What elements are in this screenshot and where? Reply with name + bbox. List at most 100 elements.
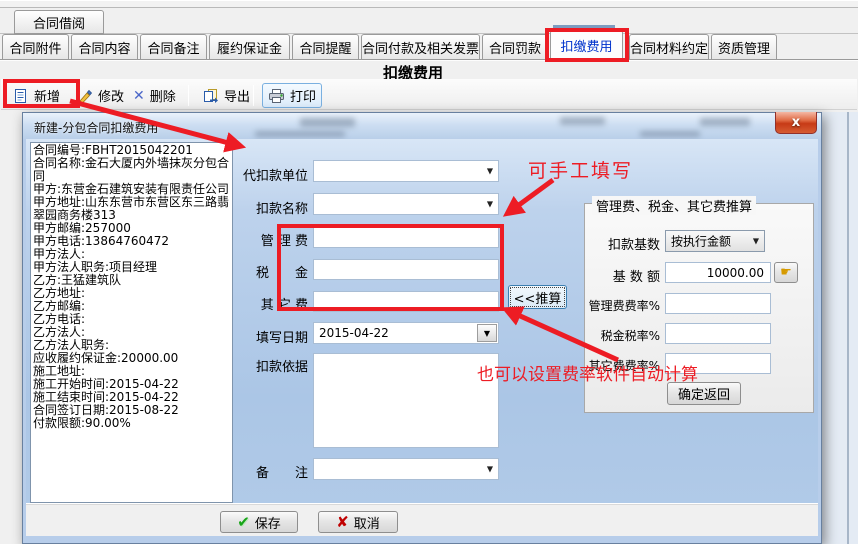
- calculate-button[interactable]: <<推算: [508, 285, 567, 309]
- calculate-button-label: <<推算: [514, 288, 562, 307]
- remark-label: 备 注: [238, 462, 308, 481]
- export-button-label: 导出: [224, 86, 250, 105]
- other-rate-input[interactable]: [665, 353, 771, 374]
- pick-amount-button[interactable]: ☛: [774, 262, 798, 283]
- base-type-label: 扣款基数: [586, 234, 660, 253]
- background-window-edge: [847, 112, 849, 544]
- contract-info-panel: 合同编号:FBHT2015042201 合同名称:金石大厦内外墙抹灰分包合同 甲…: [30, 142, 233, 503]
- glass-blur-artifact: [700, 118, 750, 126]
- edit-button-label: 修改: [98, 86, 124, 105]
- background-window-area: [822, 112, 858, 544]
- deduct-basis-textarea[interactable]: [313, 353, 499, 448]
- tab-material-agreement[interactable]: 合同材料约定: [629, 34, 709, 60]
- deduct-name-label: 扣款名称: [238, 198, 308, 217]
- delete-button[interactable]: ✕ 删除: [128, 83, 181, 108]
- base-type-combobox[interactable]: 按执行金额 ▼: [665, 230, 765, 252]
- management-rate-label: 管理费费率%: [586, 297, 660, 314]
- tab-contract-attachment[interactable]: 合同附件: [2, 34, 69, 60]
- other-rate-label: 其它费费率%: [586, 357, 660, 374]
- tab-qualification[interactable]: 资质管理: [711, 34, 777, 60]
- management-fee-input[interactable]: [313, 227, 499, 248]
- glass-blur-artifact: [640, 131, 700, 137]
- delete-x-icon: ✕: [133, 89, 145, 103]
- red-x-icon: ✘: [336, 513, 349, 531]
- glass-blur-artifact: [560, 117, 605, 125]
- cancel-button[interactable]: ✘ 取消: [318, 511, 398, 533]
- chevron-down-icon: ▼: [753, 237, 759, 246]
- edit-pencil-icon: [77, 88, 93, 104]
- chevron-down-icon[interactable]: ▼: [477, 324, 497, 342]
- remark-combobox[interactable]: ▼: [313, 458, 499, 480]
- tab-contract-borrow[interactable]: 合同借阅: [14, 10, 104, 34]
- tab-label: 合同付款及相关发票: [362, 38, 479, 57]
- print-button[interactable]: 打印: [262, 83, 322, 108]
- save-button-label: 保存: [255, 513, 281, 532]
- edit-button[interactable]: 修改: [72, 83, 129, 108]
- deduct-basis-label: 扣款依据: [238, 356, 308, 375]
- base-type-value: 按执行金额: [671, 233, 731, 250]
- deduct-unit-combobox[interactable]: ▼: [313, 160, 499, 182]
- confirm-return-label: 确定返回: [678, 384, 730, 403]
- delete-button-label: 删除: [150, 86, 176, 105]
- confirm-return-button[interactable]: 确定返回: [667, 382, 741, 405]
- green-check-icon: ✔: [237, 513, 250, 531]
- export-button[interactable]: 导出: [197, 83, 255, 108]
- toolbar-separator: [253, 85, 254, 106]
- tab-contract-note[interactable]: 合同备注: [140, 34, 207, 60]
- tab-label: 合同罚款: [489, 38, 541, 57]
- export-icon: [202, 88, 219, 104]
- cancel-button-label: 取消: [354, 513, 380, 532]
- tab-contract-penalty[interactable]: 合同罚款: [482, 34, 548, 60]
- close-button[interactable]: x: [775, 112, 817, 134]
- tab-label: 资质管理: [718, 38, 770, 57]
- other-fee-label: 其 它 费: [238, 294, 308, 313]
- new-button[interactable]: 新增: [8, 83, 65, 108]
- tab-label: 合同材料约定: [630, 38, 708, 57]
- tab-label: 合同附件: [9, 38, 61, 57]
- base-amount-input[interactable]: 10000.00: [665, 262, 771, 283]
- close-x-icon: x: [792, 115, 800, 130]
- tab-payment-invoice[interactable]: 合同付款及相关发票: [361, 34, 480, 60]
- tab-contract-content[interactable]: 合同内容: [71, 34, 138, 60]
- tab-label: 合同备注: [147, 38, 199, 57]
- dialog-bottom-bar: [26, 503, 818, 536]
- app-window: 合同借阅 合同附件 合同内容 合同备注 履约保证金 合同提醒 合同付款及相关发票…: [0, 0, 858, 544]
- tab-label: 合同借阅: [33, 13, 85, 32]
- other-fee-input[interactable]: [313, 291, 499, 312]
- management-rate-input[interactable]: [665, 293, 771, 314]
- base-amount-value: 10000.00: [707, 266, 764, 280]
- glass-blur-artifact: [300, 118, 355, 127]
- tax-label: 税 金: [238, 262, 308, 281]
- deduct-name-combobox[interactable]: ▼: [313, 193, 499, 215]
- chevron-down-icon: ▼: [487, 465, 493, 474]
- tax-rate-input[interactable]: [665, 323, 771, 344]
- chevron-down-icon: ▼: [487, 200, 493, 209]
- tab-label: 合同提醒: [299, 38, 351, 57]
- tab-label: 扣缴费用: [560, 36, 612, 55]
- print-button-label: 打印: [290, 86, 316, 105]
- deduct-unit-label: 代扣款单位: [238, 165, 308, 184]
- calc-groupbox-legend: 管理费、税金、其它费推算: [592, 196, 756, 215]
- tab-contract-reminder[interactable]: 合同提醒: [292, 34, 359, 60]
- info-line: 甲方地址:山东东营市东营区东三路翡翠园商务楼313: [33, 196, 230, 222]
- tab-withholding-fee[interactable]: 扣缴费用: [550, 30, 623, 61]
- tab-label: 履约保证金: [217, 38, 282, 57]
- tax-input[interactable]: [313, 259, 499, 280]
- tab-label: 合同内容: [78, 38, 130, 57]
- chevron-down-icon: ▼: [487, 167, 493, 176]
- fill-date-value: 2015-04-22: [319, 326, 389, 340]
- management-fee-label: 管 理 费: [238, 230, 308, 249]
- fill-date-label: 填写日期: [238, 327, 308, 346]
- base-amount-label: 基 数 额: [586, 266, 660, 285]
- save-button[interactable]: ✔ 保存: [220, 511, 298, 533]
- glass-blur-artifact: [255, 131, 345, 137]
- tab-performance-bond[interactable]: 履约保证金: [209, 34, 290, 60]
- new-document-icon: [13, 88, 29, 104]
- dialog-title: 新建-分包合同扣缴费用: [34, 119, 158, 136]
- pointing-hand-icon: ☛: [780, 265, 792, 280]
- tax-rate-label: 税金税率%: [586, 327, 660, 344]
- new-button-label: 新增: [34, 86, 60, 105]
- toolbar-separator: [188, 85, 189, 106]
- fill-date-combobox[interactable]: 2015-04-22 ▼: [313, 322, 499, 344]
- info-line: 付款限额:90.00%: [33, 417, 230, 430]
